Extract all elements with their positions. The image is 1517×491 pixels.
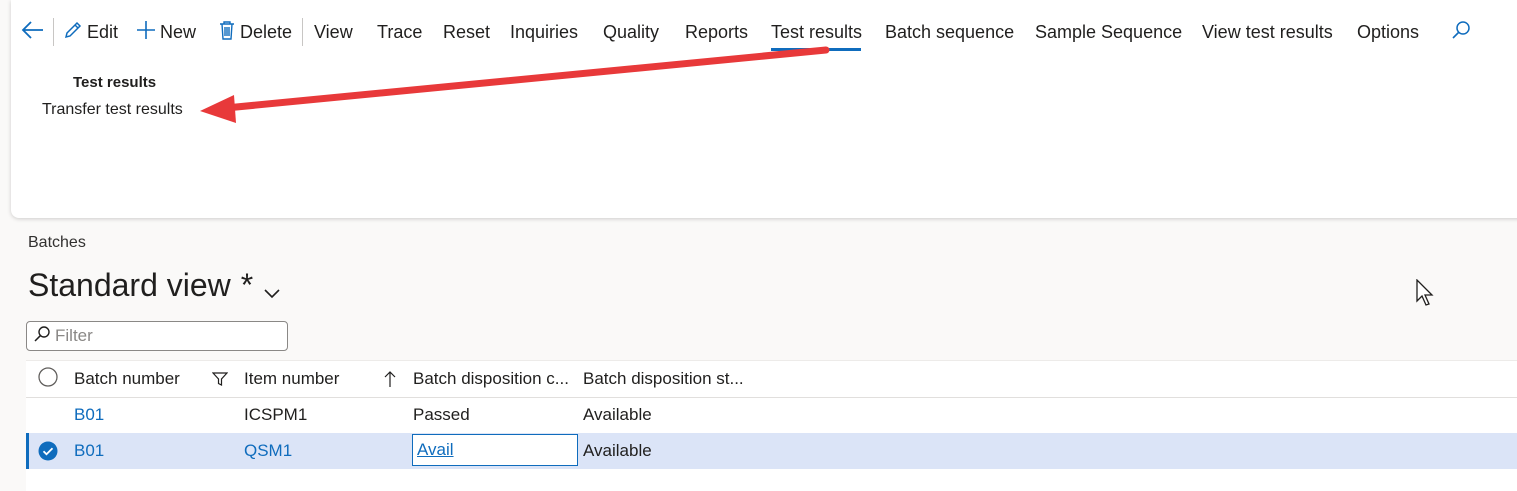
column-header-batch-disposition-code[interactable]: Batch disposition c...: [413, 361, 569, 397]
table-row[interactable]: B01 ICSPM1 Passed Available: [26, 397, 1517, 433]
disposition-code-cell: Passed: [413, 405, 470, 424]
radio-circle-icon: [38, 366, 58, 392]
batch-number-link[interactable]: B01: [74, 397, 104, 433]
delete-button[interactable]: Delete: [218, 12, 292, 52]
action-pane: Edit New Delete View Trace Reset Inquiri…: [11, 0, 1517, 218]
tab-trace[interactable]: Trace: [377, 12, 422, 52]
search-icon: [1451, 20, 1471, 45]
column-header-batch-disposition-status[interactable]: Batch disposition st...: [583, 361, 744, 397]
transfer-test-results-menu-item[interactable]: Transfer test results: [42, 101, 183, 119]
chevron-down-icon: [263, 270, 281, 307]
column-header-batch-number[interactable]: Batch number: [74, 361, 180, 397]
search-button[interactable]: [1451, 12, 1475, 52]
page-caption: Batches: [28, 234, 86, 251]
batches-grid: Batch number Item number Batch dispositi…: [26, 360, 1517, 491]
item-number-cell: ICSPM1: [244, 405, 308, 424]
tab-quality[interactable]: Quality: [603, 12, 659, 52]
disposition-status-cell: Available: [583, 405, 652, 424]
batch-number-link[interactable]: B01: [74, 433, 104, 469]
view-selector[interactable]: Standard view *: [28, 264, 281, 307]
view-name: Standard view: [28, 267, 231, 303]
mouse-cursor-icon: [1416, 278, 1436, 312]
filter-input[interactable]: [51, 325, 277, 347]
tab-batch-sequence[interactable]: Batch sequence: [885, 12, 1014, 52]
toolbar-separator: [302, 18, 303, 46]
new-label: New: [160, 21, 197, 42]
edit-pencil-icon: [63, 20, 83, 45]
disposition-code-input[interactable]: Avail: [412, 434, 578, 466]
tab-view[interactable]: View: [314, 12, 353, 52]
grid-header: Batch number Item number Batch dispositi…: [26, 361, 1517, 398]
filter-box[interactable]: [26, 321, 288, 351]
tab-inquiries[interactable]: Inquiries: [510, 12, 578, 52]
select-all-radio[interactable]: [38, 361, 58, 397]
tab-options[interactable]: Options: [1357, 12, 1419, 52]
tab-sample-sequence[interactable]: Sample Sequence: [1035, 12, 1182, 52]
edit-button[interactable]: Edit: [63, 12, 118, 52]
tab-test-results[interactable]: Test results: [771, 12, 862, 52]
back-button[interactable]: [21, 12, 49, 52]
table-row-selected[interactable]: B01 QSM1 Avail Available: [26, 433, 1517, 469]
dropdown-group-title: Test results: [73, 74, 157, 91]
disposition-status-cell: Available: [583, 441, 652, 460]
search-icon: [33, 325, 51, 348]
tab-reports[interactable]: Reports: [685, 12, 748, 52]
delete-label: Delete: [240, 21, 293, 42]
new-button[interactable]: New: [136, 12, 196, 52]
trash-icon: [218, 20, 236, 45]
modified-marker: *: [240, 267, 254, 303]
back-arrow-icon: [21, 20, 45, 45]
column-header-item-number[interactable]: Item number: [244, 361, 339, 397]
item-number-cell: QSM1: [244, 441, 293, 460]
sort-up-icon[interactable]: [384, 361, 396, 397]
tab-view-test-results[interactable]: View test results: [1202, 12, 1333, 52]
plus-icon: [136, 20, 156, 45]
edit-label: Edit: [87, 21, 119, 42]
tab-reset[interactable]: Reset: [443, 12, 490, 52]
check-circle-icon[interactable]: [38, 433, 58, 469]
toolbar-separator: [53, 18, 54, 46]
active-tab-indicator: [771, 48, 861, 51]
filter-icon[interactable]: [212, 361, 228, 397]
